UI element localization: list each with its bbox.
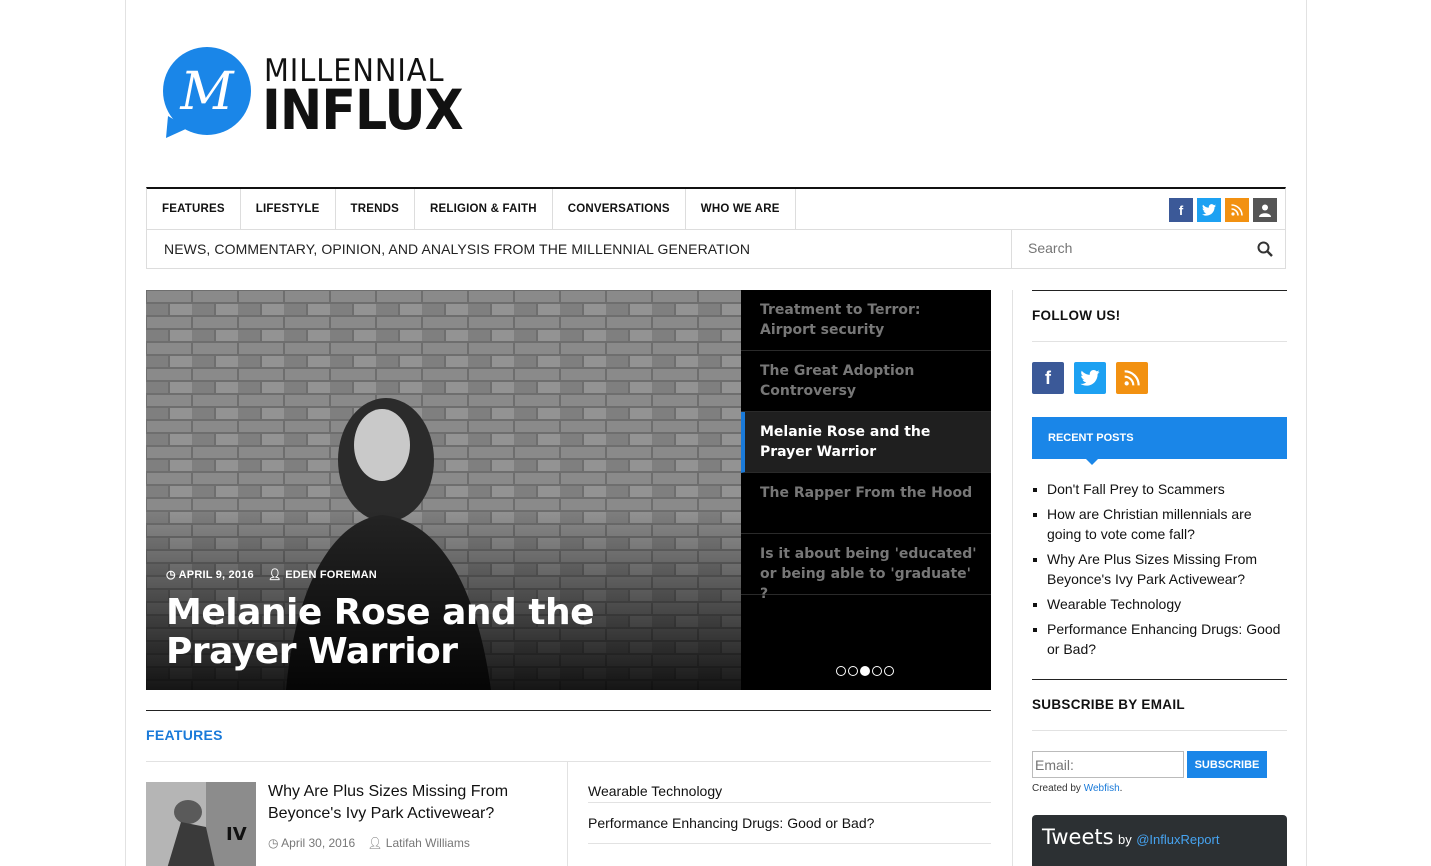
feature-title[interactable]: Why Are Plus Sizes Missing From Beyonce'…	[268, 781, 538, 825]
nav-item-trends[interactable]: TRENDS	[336, 189, 415, 230]
slider-pagination	[836, 666, 894, 676]
tweets-widget: Tweets by @InfluxReport	[1032, 815, 1287, 866]
created-by-note: Created by Webfish.	[1032, 783, 1287, 794]
search-box	[1011, 230, 1285, 268]
slider-dot[interactable]	[872, 666, 882, 676]
subscribe-heading: SUBSCRIBE BY EMAIL	[1032, 697, 1185, 712]
twitter-icon[interactable]	[1197, 198, 1221, 222]
recent-posts-list: Don't Fall Prey to Scammers How are Chri…	[1032, 479, 1287, 664]
slide-list: Treatment to Terror: Airport security Th…	[741, 290, 991, 602]
search-icon[interactable]	[1257, 241, 1273, 257]
feature-author[interactable]: 👤︎ Latifah Williams	[367, 836, 470, 850]
follow-icons: f	[1032, 362, 1287, 394]
nav-item-features[interactable]: FEATURES	[147, 189, 241, 230]
facebook-icon[interactable]: f	[1169, 198, 1193, 222]
slide-date: ◷ APRIL 9, 2016	[166, 569, 254, 581]
svg-text:M: M	[179, 62, 235, 122]
page-container: M MILLENNIAL INFLUX FEATURES LIFESTYLE T…	[125, 0, 1307, 866]
nav-item-religion-faith[interactable]: RELIGION & FAITH	[415, 189, 553, 230]
main-nav: FEATURES LIFESTYLE TRENDS RELIGION & FAI…	[146, 187, 1286, 230]
facebook-icon[interactable]: f	[1032, 362, 1064, 394]
recent-post-link[interactable]: Don't Fall Prey to Scammers	[1032, 479, 1287, 499]
tweets-by: by	[1118, 832, 1132, 847]
subscribe-form: SUBSCRIBE	[1032, 751, 1287, 778]
features-divider	[146, 710, 991, 711]
nav-item-conversations[interactable]: CONVERSATIONS	[553, 189, 686, 230]
slide-title[interactable]: Melanie Rose and the Prayer Warrior	[166, 593, 726, 671]
feature-thumbnail[interactable]: IV	[146, 782, 256, 866]
features-list: Wearable Technology Performance Enhancin…	[588, 762, 991, 844]
recent-post-link[interactable]: How are Christian millennials are going …	[1032, 504, 1287, 544]
features-list-item[interactable]: Wearable Technology	[588, 762, 991, 803]
tweets-handle-link[interactable]: @InfluxReport	[1136, 832, 1219, 847]
twitter-icon[interactable]	[1074, 362, 1106, 394]
tagline-bar: NEWS, COMMENTARY, OPINION, AND ANALYSIS …	[146, 230, 1286, 269]
sidebar-divider-thin	[1032, 341, 1287, 342]
social-links-top: f	[1169, 198, 1277, 222]
feature-date: ◷ April 30, 2016	[268, 836, 356, 850]
subscribe-button[interactable]: SUBSCRIBE	[1187, 751, 1267, 778]
slide-list-item-active[interactable]: Melanie Rose and the Prayer Warrior	[741, 412, 991, 473]
site-logo[interactable]: M MILLENNIAL INFLUX	[162, 46, 492, 142]
nav-item-lifestyle[interactable]: LIFESTYLE	[241, 189, 336, 230]
recent-posts-heading: RECENT POSTS	[1032, 417, 1287, 465]
sidebar: FOLLOW US! f RECENT POSTS Don't Fall Pre…	[1012, 290, 1287, 866]
slide-list-item[interactable]: Is it about being 'educated' or being ab…	[741, 534, 991, 602]
search-input[interactable]	[1028, 230, 1248, 266]
site-tagline: NEWS, COMMENTARY, OPINION, AND ANALYSIS …	[164, 241, 751, 257]
email-field[interactable]	[1032, 751, 1184, 778]
sidebar-divider	[1032, 290, 1287, 291]
rss-icon[interactable]	[1116, 362, 1148, 394]
follow-heading: FOLLOW US!	[1032, 308, 1121, 323]
recent-post-link[interactable]: Wearable Technology	[1032, 594, 1287, 614]
webfish-link[interactable]: Webfish	[1084, 783, 1120, 794]
slide-list-item[interactable]: The Great Adoption Controversy	[741, 351, 991, 412]
features-heading[interactable]: FEATURES	[146, 727, 223, 743]
sidebar-divider	[1032, 679, 1287, 680]
logo-bubble-icon: M	[163, 47, 251, 138]
slide-author[interactable]: 👤︎ EDEN FOREMAN	[268, 568, 377, 581]
feature-meta: ◷ April 30, 2016 👤︎ Latifah Williams	[268, 836, 470, 850]
featured-slider: ◷ APRIL 9, 2016 👤︎ EDEN FOREMAN Melanie …	[146, 290, 991, 690]
sidebar-divider-thin	[1032, 730, 1287, 731]
features-column-divider	[567, 762, 568, 866]
rss-icon[interactable]	[1225, 198, 1249, 222]
nav-item-who-we-are[interactable]: WHO WE ARE	[686, 189, 796, 230]
created-by-text: Created by	[1032, 783, 1084, 794]
slide-meta: ◷ APRIL 9, 2016 👤︎ EDEN FOREMAN	[166, 568, 377, 581]
user-small-icon: 👤︎	[267, 569, 286, 581]
slider-dot[interactable]	[848, 666, 858, 676]
logo-text-influx: INFLUX	[262, 78, 464, 142]
recent-post-link[interactable]: Performance Enhancing Drugs: Good or Bad…	[1032, 619, 1287, 659]
feature-thumbnail-image: IV	[146, 782, 256, 866]
slide-list-item[interactable]: The Rapper From the Hood	[741, 473, 991, 534]
recent-post-link[interactable]: Why Are Plus Sizes Missing From Beyonce'…	[1032, 549, 1287, 589]
slider-dot[interactable]	[884, 666, 894, 676]
user-icon[interactable]	[1253, 198, 1277, 222]
slider-dot[interactable]	[836, 666, 846, 676]
svg-text:IV: IV	[226, 824, 247, 845]
tweets-title: Tweets	[1042, 825, 1114, 849]
slide-list-item[interactable]: Treatment to Terror: Airport security	[741, 290, 991, 351]
clock-icon: ◷	[166, 569, 179, 581]
features-list-item[interactable]: Performance Enhancing Drugs: Good or Bad…	[588, 803, 991, 844]
slider-dot-active[interactable]	[860, 666, 870, 676]
created-by-end: .	[1119, 783, 1123, 794]
